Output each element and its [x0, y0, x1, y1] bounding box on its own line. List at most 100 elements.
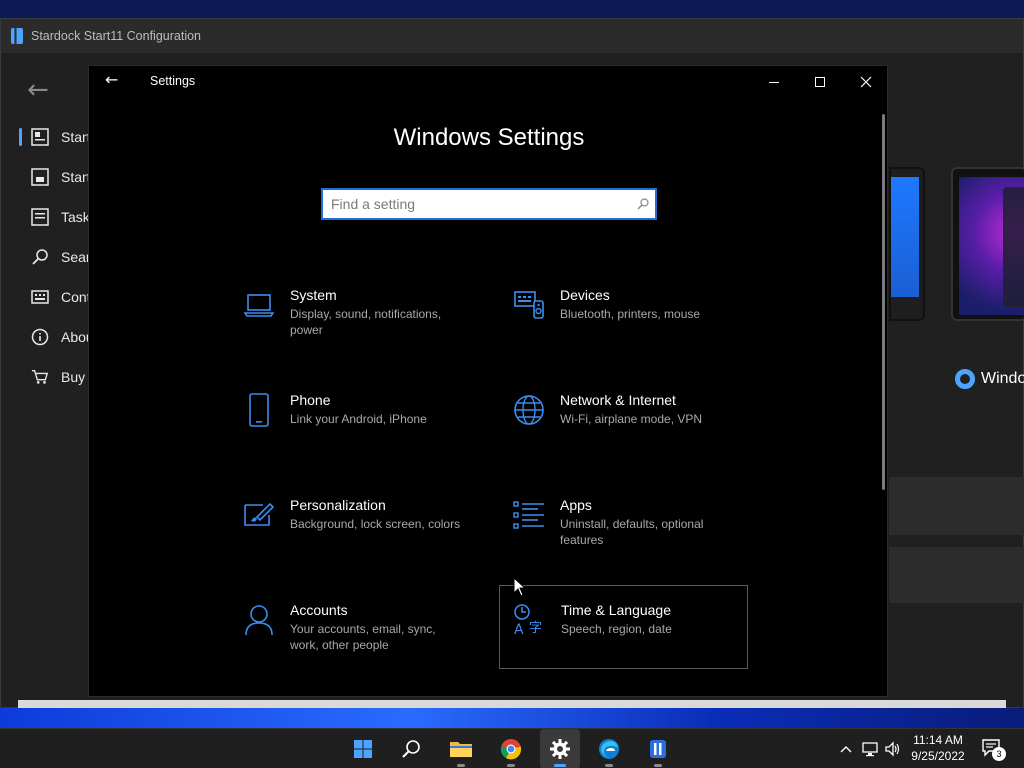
taskbar-start11[interactable]: [638, 729, 678, 768]
chrome-icon: [500, 739, 522, 760]
nav-item-search[interactable]: Sear: [1, 237, 91, 277]
back-arrow-icon[interactable]: ←: [105, 70, 118, 89]
close-icon: [860, 76, 872, 88]
taskbar-settings[interactable]: [540, 729, 580, 768]
tile-title: Devices: [560, 287, 610, 303]
vertical-scrollbar[interactable]: [882, 114, 885, 490]
taskbar-file-explorer[interactable]: [441, 729, 481, 768]
horizontal-scrollbar[interactable]: [18, 700, 1006, 708]
cart-icon: [31, 368, 49, 386]
stardock-nav: Start Start Taskb Sear Cont Abou Buy: [1, 117, 98, 397]
stardock-content-area: Windo: [889, 53, 1024, 709]
tile-description: Your accounts, email, sync, work, other …: [290, 622, 436, 652]
settings-tile-devices[interactable]: Devices Bluetooth, printers, mouse: [512, 286, 762, 370]
tile-description: Link your Android, iPhone: [290, 412, 427, 426]
settings-row[interactable]: [889, 547, 1024, 603]
taskbar-chrome[interactable]: [491, 729, 531, 768]
tile-title: Phone: [290, 392, 331, 408]
taskbar-start-button[interactable]: [343, 729, 383, 768]
folder-icon: [450, 742, 472, 757]
settings-row[interactable]: [889, 477, 1024, 535]
clock-date: 9/25/2022: [911, 749, 965, 763]
time-language-icon: A字: [513, 603, 547, 637]
stardock-window-title: Stardock Start11 Configuration: [31, 29, 202, 43]
nav-item-start-menu[interactable]: Start: [1, 117, 91, 157]
start11-logo-icon: [11, 28, 23, 44]
search-icon: [31, 248, 49, 266]
edge-icon: [599, 739, 619, 759]
laptop-icon: [242, 288, 276, 322]
tile-description: Speech, region, date: [561, 622, 672, 636]
taskbar-icon: [31, 208, 49, 226]
phone-icon: [242, 393, 276, 427]
tile-description: Display, sound, notifications, power: [290, 307, 442, 337]
minimize-button[interactable]: [751, 66, 797, 98]
notification-center-button[interactable]: 3: [982, 739, 1006, 761]
devices-icon: [512, 288, 546, 322]
tile-description: Background, lock screen, colors: [290, 517, 461, 531]
nav-item-label: Start: [61, 169, 91, 185]
settings-tile-time-language[interactable]: A字 Time & Language Speech, region, date: [499, 585, 748, 669]
mouse-cursor-icon: [513, 577, 527, 597]
taskbar-clock[interactable]: 11:14 AM 9/25/2022: [904, 732, 972, 764]
paint-icon: [242, 498, 276, 532]
style-preview-thumbnail[interactable]: [951, 167, 1024, 321]
svg-text:字: 字: [529, 621, 542, 636]
apps-list-icon: [512, 498, 546, 532]
info-icon: [31, 328, 49, 346]
nav-item-start-button[interactable]: Start: [1, 157, 91, 197]
nav-item-about[interactable]: Abou: [1, 317, 94, 357]
volume-icon[interactable]: [884, 739, 902, 759]
tile-description: Bluetooth, printers, mouse: [560, 307, 701, 321]
search-box[interactable]: [321, 188, 657, 220]
tile-title: Network & Internet: [560, 392, 676, 408]
taskbar-search-button[interactable]: [391, 729, 431, 768]
start11-icon: [650, 740, 666, 758]
settings-tile-apps[interactable]: Apps Uninstall, defaults, optional featu…: [512, 496, 762, 580]
settings-window: ← Settings Windows Settings System Displ…: [88, 65, 888, 697]
start-button-icon: [31, 168, 49, 186]
network-icon[interactable]: [862, 739, 880, 759]
tile-title: Accounts: [290, 602, 348, 618]
show-hidden-icons-chevron-icon[interactable]: [838, 739, 854, 759]
globe-icon: [512, 393, 546, 427]
nav-item-taskbar[interactable]: Taskb: [1, 197, 98, 237]
clock-time: 11:14 AM: [913, 733, 963, 747]
settings-window-title: Settings: [150, 74, 196, 88]
nav-item-buy[interactable]: Buy: [1, 357, 91, 397]
keyboard-icon: [31, 288, 49, 306]
settings-tile-system[interactable]: System Display, sound, notifications, po…: [242, 286, 492, 370]
notification-count-badge: 3: [992, 747, 1006, 761]
nav-item-controls[interactable]: Cont: [1, 277, 91, 317]
taskbar-edge[interactable]: [589, 729, 629, 768]
start-menu-icon: [31, 128, 49, 146]
settings-tile-phone[interactable]: Phone Link your Android, iPhone: [242, 391, 492, 475]
page-title: Windows Settings: [393, 124, 585, 151]
style-preview-thumbnail[interactable]: [889, 167, 925, 321]
nav-item-label: Start: [61, 129, 91, 145]
back-arrow-icon[interactable]: ←: [27, 75, 49, 105]
radio-button[interactable]: [955, 369, 975, 389]
tile-title: System: [290, 287, 337, 303]
settings-tile-personalization[interactable]: Personalization Background, lock screen,…: [242, 496, 492, 580]
settings-titlebar: ← Settings: [89, 66, 887, 98]
gear-icon: [550, 739, 570, 759]
maximize-button[interactable]: [797, 66, 843, 98]
radio-label: Windo: [981, 370, 1024, 387]
tile-title: Apps: [560, 497, 592, 513]
person-icon: [242, 603, 276, 637]
search-icon[interactable]: [631, 190, 655, 218]
windows-start-icon: [354, 740, 372, 758]
tile-title: Time & Language: [561, 602, 671, 618]
settings-tile-accounts[interactable]: Accounts Your accounts, email, sync, wor…: [242, 601, 492, 685]
style-radio-option[interactable]: Windo: [955, 369, 1024, 389]
stardock-titlebar: Stardock Start11 Configuration: [1, 19, 1023, 53]
tile-description: Wi-Fi, airplane mode, VPN: [560, 412, 703, 426]
search-input[interactable]: [323, 190, 631, 218]
nav-item-label: Buy: [61, 369, 86, 385]
nav-item-label: Sear: [61, 249, 91, 265]
svg-text:A: A: [514, 622, 524, 637]
settings-tile-network[interactable]: Network & Internet Wi-Fi, airplane mode,…: [512, 391, 762, 475]
tile-title: Personalization: [290, 497, 386, 513]
close-button[interactable]: [843, 66, 889, 98]
